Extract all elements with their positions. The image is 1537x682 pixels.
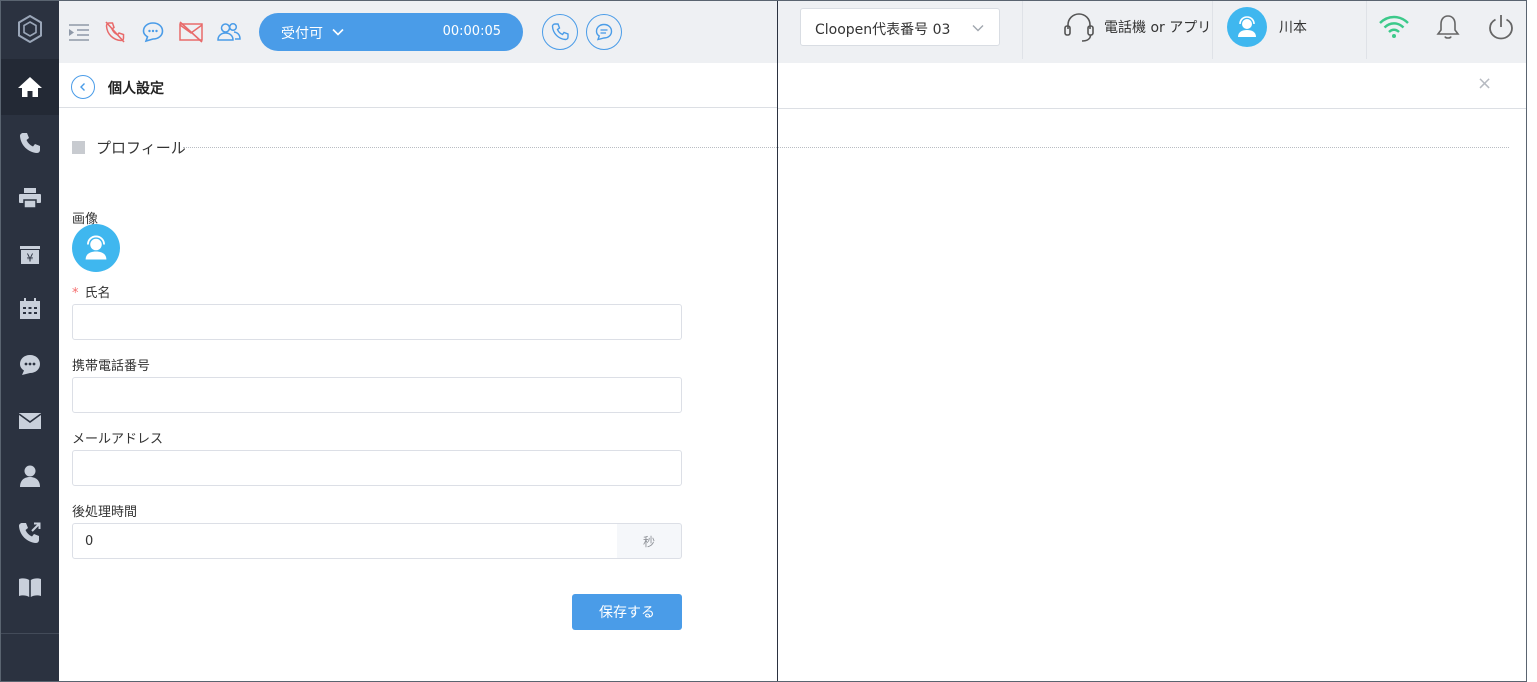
email-field[interactable] [72, 450, 682, 486]
power-icon [1489, 15, 1513, 40]
app-logo [1, 1, 59, 57]
indent-icon [69, 24, 89, 41]
mail-disabled-button[interactable] [177, 17, 205, 47]
message-button[interactable] [586, 14, 622, 50]
sidebar-item-contacts[interactable] [1, 448, 59, 504]
phone-icon [551, 23, 569, 41]
name-label-text: 氏名 [84, 286, 111, 301]
header-separator [1366, 1, 1367, 59]
sidebar-separator [1, 633, 59, 634]
wrapup-label: 後処理時間 [72, 505, 138, 520]
panel-header: 個人設定 [59, 63, 777, 108]
user-name: 川本 [1279, 20, 1307, 36]
sidebar-item-mail[interactable] [1, 393, 59, 449]
number-select-value: Cloopen代表番号 03 [815, 22, 951, 38]
contacts-icon [20, 465, 40, 487]
email-label: メールアドレス [72, 432, 164, 447]
wifi-icon [1379, 15, 1409, 38]
team-button[interactable] [215, 17, 243, 47]
sidebar-item-fax[interactable] [1, 170, 59, 226]
call-button[interactable] [542, 14, 578, 50]
sidebar-item-chat[interactable] [1, 337, 59, 393]
call-disabled-button[interactable] [101, 17, 129, 47]
sidebar-item-home[interactable] [1, 59, 59, 115]
sidebar-item-book[interactable] [1, 559, 59, 615]
device-label: 電話機 or アプリ [1104, 20, 1212, 36]
device-selector[interactable]: 電話機 or アプリ [1062, 9, 1211, 45]
panel-divider [777, 1, 778, 681]
mail-icon [18, 413, 42, 429]
phone-off-icon [105, 21, 125, 43]
header-underline [778, 108, 1526, 109]
transfer-icon [19, 522, 41, 543]
message-icon [595, 23, 613, 41]
svg-text:¥: ¥ [27, 252, 34, 265]
headset-icon [1064, 13, 1094, 42]
book-icon [19, 578, 41, 597]
wrapup-unit: 秒 [617, 523, 682, 559]
phone-label: 携帯電話番号 [72, 359, 151, 374]
header-separator [1022, 1, 1023, 59]
fax-icon [19, 188, 41, 209]
wrapup-time-field[interactable] [72, 523, 618, 559]
users-icon [217, 22, 241, 41]
name-label: * 氏名 [72, 282, 111, 301]
sidebar-item-phone[interactable] [1, 115, 59, 171]
chevron-down-icon [332, 28, 344, 36]
section-marker [72, 141, 85, 154]
logout-button[interactable] [1485, 11, 1517, 43]
app-window: ¥ 受付可 00:00:05 Cloopen代表番号 03 電話機 or アプリ… [0, 0, 1527, 682]
header-separator [1212, 1, 1213, 59]
home-icon [18, 77, 42, 97]
billing-icon: ¥ [20, 246, 40, 265]
avatar [1227, 7, 1267, 47]
sidebar-item-billing[interactable]: ¥ [1, 226, 59, 282]
bell-icon [1436, 15, 1460, 39]
status-label: 受付可 [281, 26, 323, 42]
user-menu[interactable]: 川本 [1227, 7, 1307, 47]
phone-icon [20, 133, 40, 153]
sidebar: ¥ [1, 1, 59, 682]
header-right: Cloopen代表番号 03 電話機 or アプリ 川本 [778, 1, 1526, 59]
wrapup-time-group: 秒 [72, 523, 682, 559]
sidebar-item-stats[interactable] [1, 651, 59, 682]
page-title: 個人設定 [108, 81, 164, 97]
chevron-down-icon [972, 25, 984, 32]
calendar-icon [20, 298, 40, 319]
sidebar-item-calendar[interactable] [1, 281, 59, 337]
name-field[interactable] [72, 304, 682, 340]
network-status[interactable] [1378, 11, 1410, 43]
profile-avatar[interactable] [72, 224, 120, 272]
logo-icon [18, 15, 42, 43]
agent-avatar-icon [85, 235, 107, 260]
menu-collapse-button[interactable] [65, 17, 93, 47]
section-title: プロフィール [96, 139, 186, 157]
chat-bubble-icon [142, 22, 164, 43]
stats-icon [19, 668, 41, 682]
section-divider [183, 147, 1509, 148]
chat-icon [20, 355, 40, 375]
agent-avatar-icon [1238, 16, 1256, 37]
chevron-left-icon [80, 83, 85, 91]
status-timer: 00:00:05 [442, 24, 501, 39]
save-button[interactable]: 保存する [572, 594, 682, 630]
sidebar-item-transfer[interactable] [1, 504, 59, 560]
notifications-button[interactable] [1432, 11, 1464, 43]
mobile-phone-field[interactable] [72, 377, 682, 413]
mail-off-icon [179, 21, 203, 43]
status-dropdown[interactable]: 受付可 00:00:05 [259, 13, 523, 51]
chat-button[interactable] [139, 17, 167, 47]
number-select[interactable]: Cloopen代表番号 03 [800, 8, 1000, 46]
section-header: プロフィール [72, 137, 186, 158]
required-mark: * [72, 286, 79, 301]
close-icon[interactable]: × [1477, 73, 1492, 94]
back-button[interactable] [71, 75, 95, 99]
